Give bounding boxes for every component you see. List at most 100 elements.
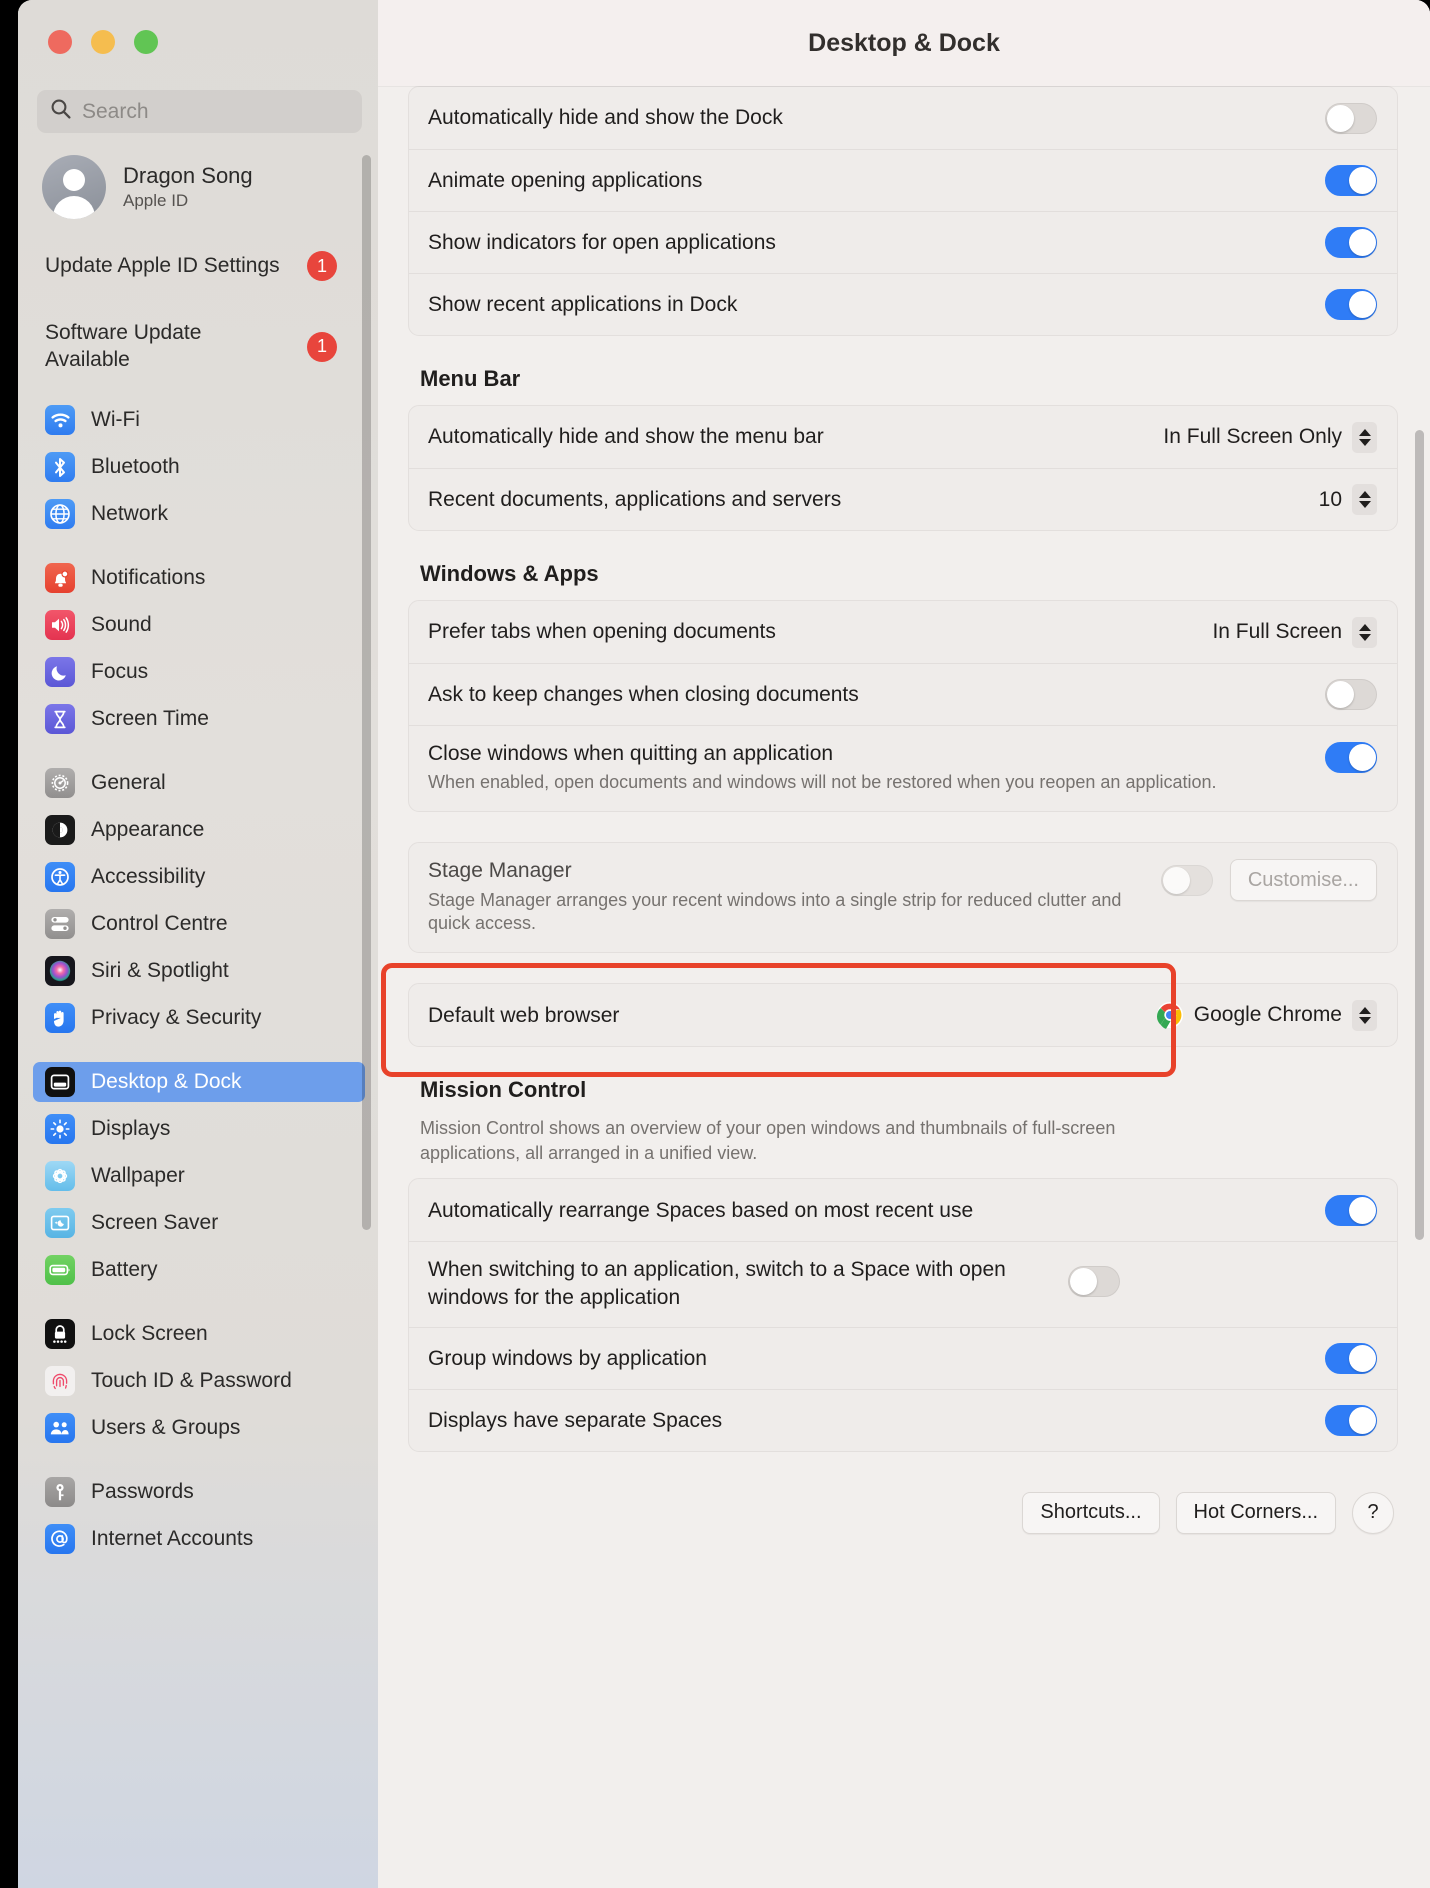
row-stage-manager[interactable]: Stage Manager Stage Manager arranges you… [409,843,1397,952]
toggle-separate-spaces[interactable] [1325,1404,1377,1436]
sidebar-item-label: Users & Groups [91,1416,241,1439]
row-animate-opening-applications[interactable]: Animate opening applications [409,149,1397,211]
toggle-rearrange-spaces[interactable] [1325,1194,1377,1226]
chevron-updown-icon [1352,999,1377,1031]
globe-icon [45,499,75,529]
row-sublabel: Stage Manager arranges your recent windo… [428,889,1122,934]
chevron-updown-icon [1352,421,1377,453]
sidebar-group-system: General Appearance Accessibility Control… [33,763,365,1038]
sidebar-item-screen-time[interactable]: Screen Time [33,699,365,739]
sidebar-item-appearance[interactable]: Appearance [33,810,365,850]
search-input[interactable]: Search [37,90,362,133]
dock-card: Automatically hide and show the Dock Ani… [408,86,1398,336]
row-label: When switching to an application, switch… [428,1258,1006,1309]
sidebar-item-users-groups[interactable]: Users & Groups [33,1408,365,1448]
default-browser-card: Default web browser Google Chrome [408,983,1398,1048]
sidebar-item-label: Appearance [91,818,205,841]
row-label: Displays have separate Spaces [428,1408,723,1432]
sidebar-item-sound[interactable]: Sound [33,605,365,645]
row-recent-documents[interactable]: Recent documents, applications and serve… [409,468,1397,530]
sidebar-item-label: Lock Screen [91,1322,208,1345]
sidebar-item-general[interactable]: General [33,763,365,803]
default-web-browser-row[interactable]: Default web browser Google Chrome [409,984,1397,1046]
key-icon [45,1477,75,1507]
row-close-windows-quitting[interactable]: Close windows when quitting an applicati… [409,725,1397,811]
row-show-recent-applications[interactable]: Show recent applications in Dock [409,273,1397,335]
sidebar-item-bluetooth[interactable]: Bluetooth [33,447,365,487]
control-centre-icon [45,909,75,939]
row-ask-keep-changes[interactable]: Ask to keep changes when closing documen… [409,663,1397,725]
sidebar-item-accessibility[interactable]: Accessibility [33,857,365,897]
sidebar-item-screen-saver[interactable]: Screen Saver [33,1203,365,1243]
shortcuts-button[interactable]: Shortcuts... [1022,1491,1160,1534]
row-group-windows[interactable]: Group windows by application [409,1326,1397,1389]
notice-label: Update Apple ID Settings [45,254,280,277]
main-scrollbar[interactable] [1415,430,1424,1240]
sidebar-item-desktop-dock[interactable]: Desktop & Dock [33,1062,365,1102]
close-button[interactable] [48,30,72,54]
sidebar-item-label: Notifications [91,566,206,589]
toggle-switch-to-space[interactable] [1068,1266,1120,1298]
toggle-stage-manager[interactable] [1160,864,1213,896]
row-label: Recent documents, applications and serve… [428,487,842,511]
toggle-group-windows[interactable] [1325,1342,1377,1374]
sidebar-item-wi-fi[interactable]: Wi-Fi [33,400,365,440]
row-auto-hide-dock[interactable]: Automatically hide and show the Dock [409,87,1397,149]
sidebar-item-privacy-security[interactable]: Privacy & Security [33,998,365,1038]
popup-recent-documents[interactable]: 10 [1319,484,1377,515]
sidebar-item-label: Privacy & Security [91,1006,262,1029]
sidebar-nav: Wi-Fi Bluetooth Network Notifications So… [33,400,365,1583]
row-label: Automatically rearrange Spaces based on … [428,1198,974,1222]
sidebar-item-displays[interactable]: Displays [33,1109,365,1149]
row-separate-spaces[interactable]: Displays have separate Spaces [409,1388,1397,1451]
gear-icon [45,768,75,798]
bluetooth-icon [45,452,75,482]
toggle-ask-keep-changes[interactable] [1325,679,1377,710]
minimise-button[interactable] [91,30,115,54]
sidebar-item-siri-spotlight[interactable]: Siri & Spotlight [33,951,365,991]
toggle-show-indicators[interactable] [1325,227,1377,258]
row-switch-to-space[interactable]: When switching to an application, switch… [409,1241,1397,1327]
hot-corners-button[interactable]: Hot Corners... [1175,1491,1336,1534]
help-button[interactable]: ? [1352,1491,1394,1534]
sidebar-item-touch-id-password[interactable]: Touch ID & Password [33,1361,365,1401]
sidebar-notice-apple-id[interactable]: Update Apple ID Settings 1 [45,251,355,282]
sidebar-item-internet-accounts[interactable]: Internet Accounts [33,1519,365,1559]
main-titlebar: Desktop & Dock [378,0,1430,86]
toggle-close-windows-quitting[interactable] [1325,742,1377,773]
sidebar-item-network[interactable]: Network [33,494,365,534]
row-show-indicators[interactable]: Show indicators for open applications [409,211,1397,273]
sidebar-item-label: Bluetooth [91,455,180,478]
zoom-button[interactable] [134,30,158,54]
sidebar-item-control-centre[interactable]: Control Centre [33,904,365,944]
bell-icon [45,563,75,593]
search-placeholder: Search [82,99,149,123]
sidebar-notice-software-update[interactable]: Software Update Available 1 [45,320,355,373]
sidebar-item-notifications[interactable]: Notifications [33,558,365,598]
toggle-animate-opening-applications[interactable] [1325,165,1377,196]
toggle-show-recent-applications[interactable] [1325,289,1377,320]
sidebar-item-passwords[interactable]: Passwords [33,1472,365,1512]
popup-auto-hide-menu-bar[interactable]: In Full Screen Only [1163,421,1377,453]
toggle-auto-hide-dock[interactable] [1325,102,1377,134]
sidebar-item-focus[interactable]: Focus [33,652,365,692]
menu-bar-card: Automatically hide and show the menu bar… [408,405,1398,531]
sidebar-group-system-alerts: Notifications Sound Focus Screen Time [33,558,365,739]
sidebar-item-wallpaper[interactable]: Wallpaper [33,1156,365,1196]
sidebar-item-lock-screen[interactable]: Lock Screen [33,1314,365,1354]
footer-buttons: Shortcuts... Hot Corners... ? [408,1482,1398,1560]
sidebar-item-label: Accessibility [91,865,206,888]
row-prefer-tabs[interactable]: Prefer tabs when opening documents In Fu… [409,601,1397,663]
sidebar-item-battery[interactable]: Battery [33,1250,365,1290]
sidebar-scrollbar[interactable] [362,155,371,1230]
row-rearrange-spaces[interactable]: Automatically rearrange Spaces based on … [409,1179,1397,1241]
sidebar-item-label: Network [91,502,169,525]
apple-id-account[interactable]: Dragon Song Apple ID [42,155,253,219]
popup-prefer-tabs[interactable]: In Full Screen [1212,616,1377,648]
popup-default-web-browser[interactable]: Google Chrome [1156,999,1377,1031]
row-label: Group windows by application [428,1346,707,1370]
sidebar-item-label: Desktop & Dock [91,1070,242,1093]
customise-button[interactable]: Customise... [1229,859,1377,902]
row-auto-hide-menu-bar[interactable]: Automatically hide and show the menu bar… [409,406,1397,468]
sidebar-item-label: Displays [91,1117,171,1140]
